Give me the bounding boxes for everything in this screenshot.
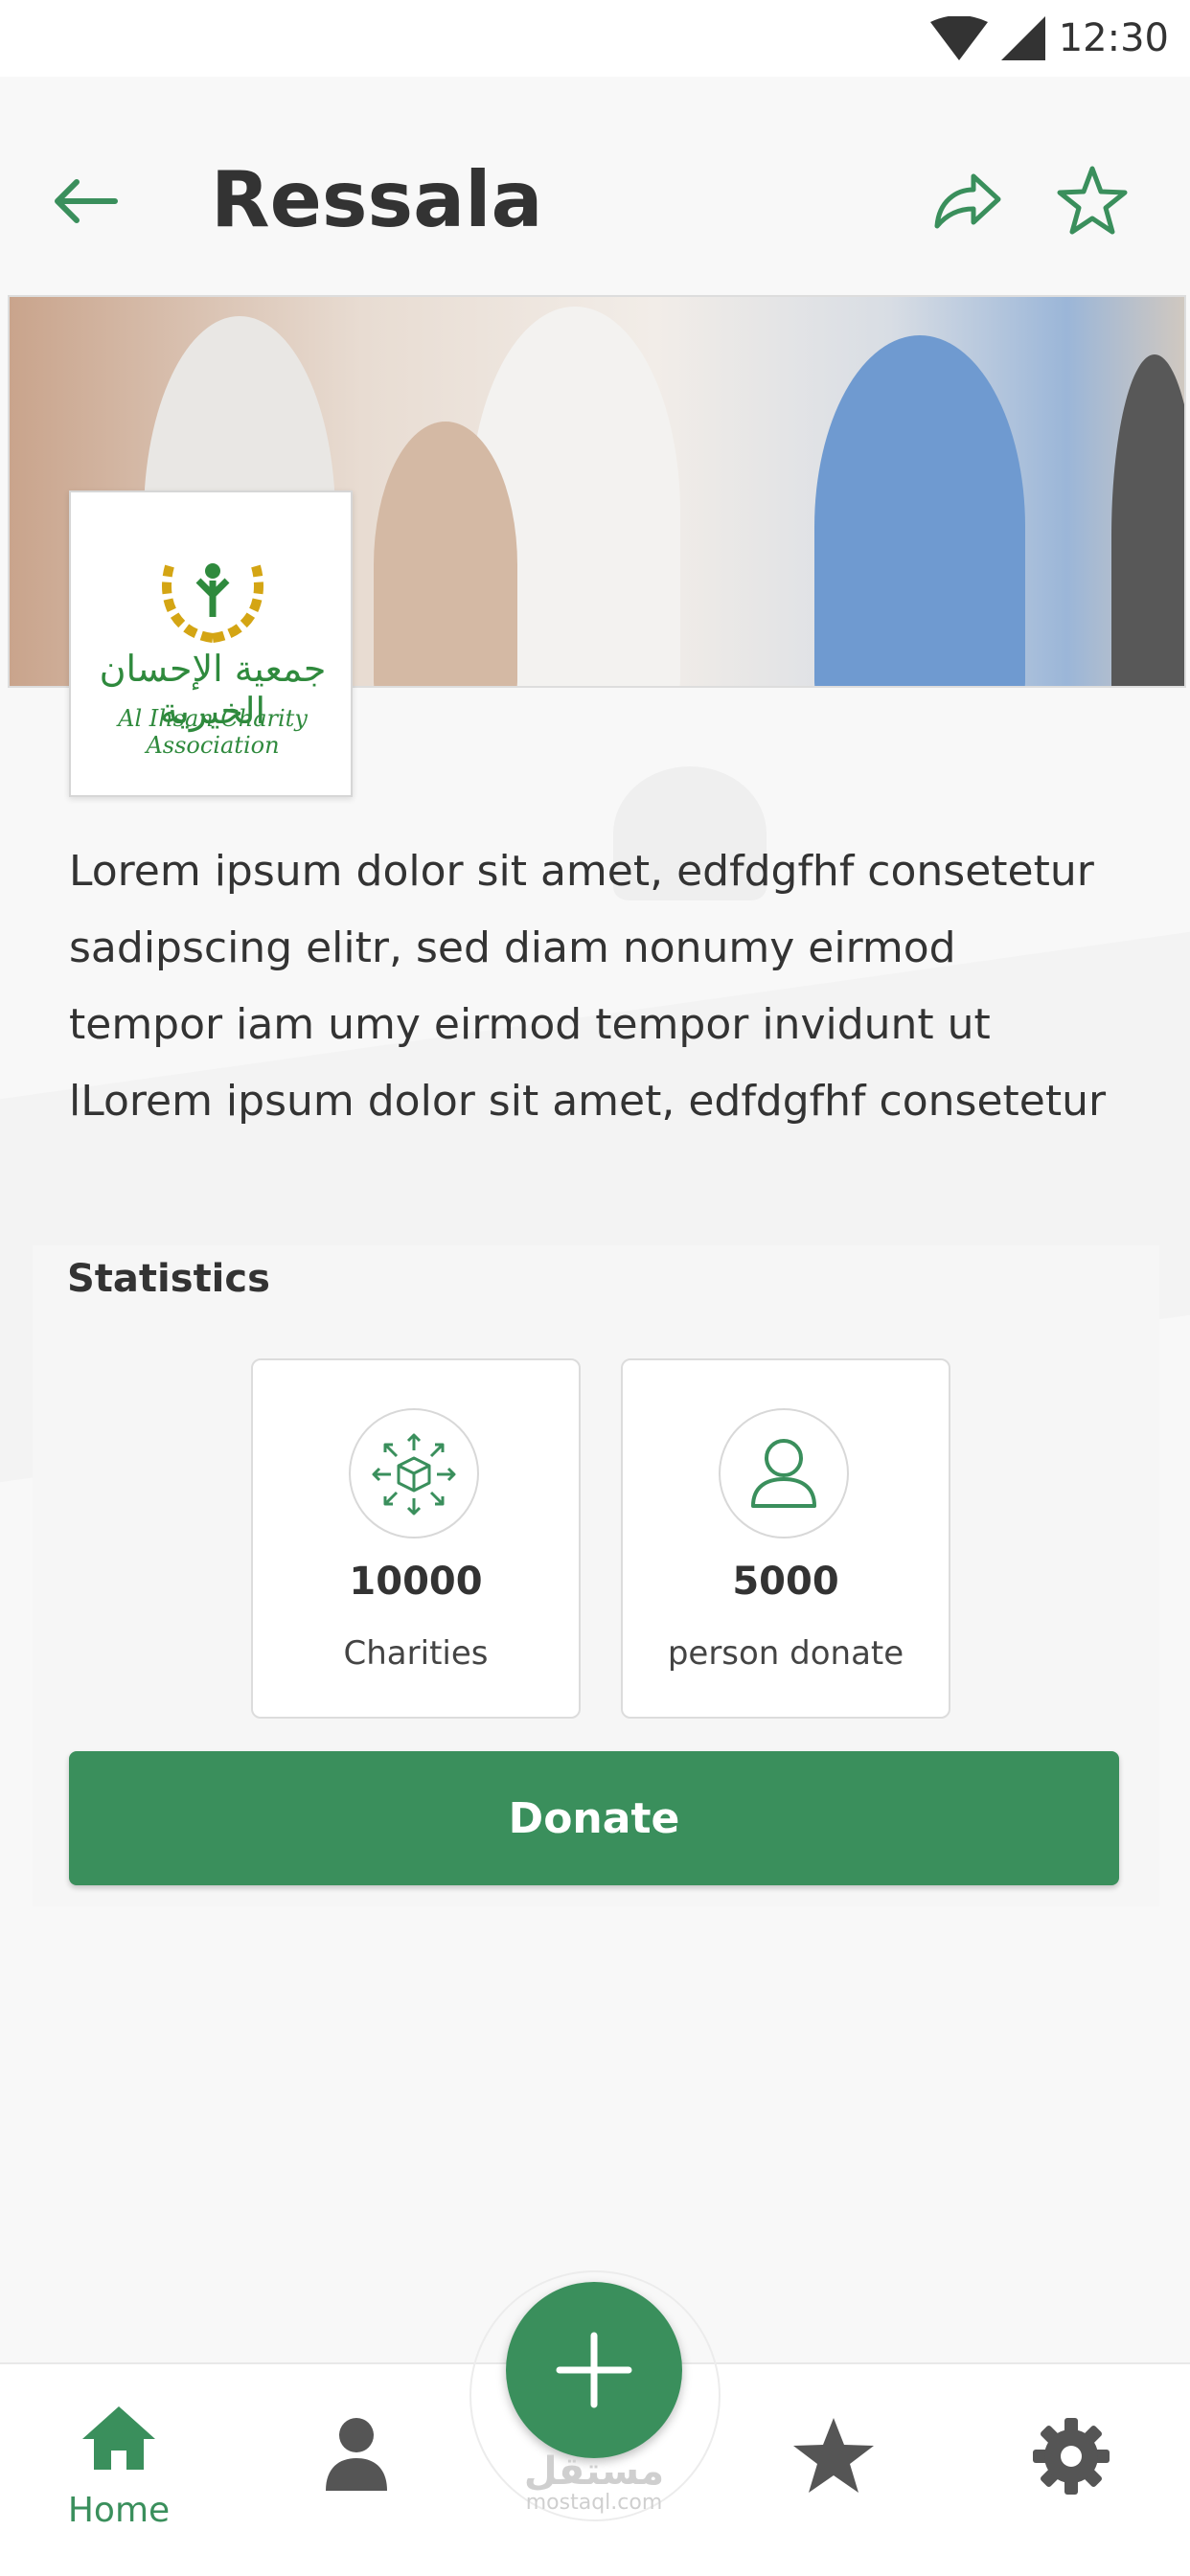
nav-home[interactable]: Home bbox=[52, 2364, 186, 2556]
back-button[interactable] bbox=[48, 172, 125, 230]
wifi-icon bbox=[929, 16, 988, 60]
star-outline-icon bbox=[1057, 166, 1128, 235]
description: Lorem ipsum dolor sit amet, edfdgfhf con… bbox=[69, 833, 1142, 1140]
nav-settings[interactable] bbox=[1004, 2364, 1138, 2556]
arrow-left-icon bbox=[55, 179, 118, 223]
star-icon bbox=[793, 2418, 874, 2493]
description-line: sadipscing elitr, sed diam nonumy eirmod bbox=[69, 923, 956, 972]
logo-english-text: Al Ihsan Charity Association bbox=[118, 705, 308, 759]
stat-card-donors: 5000 person donate bbox=[621, 1358, 950, 1719]
stat-value: 5000 bbox=[732, 1560, 839, 1604]
home-icon bbox=[82, 2406, 155, 2470]
status-bar: 12:30 bbox=[0, 0, 1190, 77]
nav-home-label: Home bbox=[67, 2491, 171, 2530]
plus-icon bbox=[556, 2332, 632, 2408]
share-button[interactable] bbox=[929, 163, 1006, 239]
stat-label: person donate bbox=[667, 1634, 904, 1673]
box-distribution-icon bbox=[349, 1408, 479, 1539]
stat-value: 10000 bbox=[349, 1560, 483, 1604]
description-line: lLorem ipsum dolor sit amet, edfdgfhf co… bbox=[69, 1077, 1107, 1126]
nav-profile[interactable] bbox=[289, 2364, 423, 2556]
nav-favorites[interactable] bbox=[767, 2364, 901, 2556]
app-bar: Ressala bbox=[0, 134, 1190, 268]
wreath-logo-icon bbox=[162, 563, 263, 643]
watermark: مستقل mostaql.com bbox=[517, 2452, 671, 2516]
favorite-button[interactable] bbox=[1054, 163, 1131, 239]
user-icon bbox=[719, 1408, 849, 1539]
donate-button[interactable]: Donate bbox=[69, 1751, 1119, 1885]
system-bottom-bar bbox=[0, 2558, 1190, 2576]
gear-icon bbox=[1033, 2418, 1110, 2495]
signal-icon bbox=[1000, 16, 1045, 60]
watermark-arabic: مستقل bbox=[523, 2450, 665, 2494]
share-arrow-icon bbox=[934, 173, 1001, 229]
description-line: tempor iam umy eirmod tempor invidunt ut bbox=[69, 1000, 991, 1049]
statistics-title: Statistics bbox=[67, 1257, 270, 1301]
add-button[interactable] bbox=[506, 2282, 682, 2458]
page-title: Ressala bbox=[211, 155, 543, 244]
organization-logo: جمعية الإحسان الخيرية Al Ihsan Charity A… bbox=[69, 490, 353, 797]
profile-icon bbox=[326, 2418, 387, 2491]
stat-card-charities: 10000 Charities bbox=[251, 1358, 581, 1719]
stat-label: Charities bbox=[343, 1634, 489, 1673]
status-time: 12:30 bbox=[1058, 16, 1169, 60]
watermark-english: mostaql.com bbox=[525, 2491, 663, 2515]
description-line: Lorem ipsum dolor sit amet, edfdgfhf con… bbox=[69, 847, 1094, 896]
